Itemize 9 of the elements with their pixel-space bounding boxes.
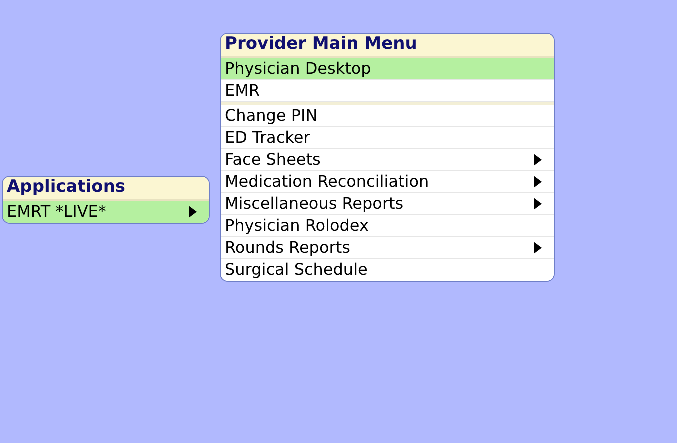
menu-title: Applications: [3, 177, 209, 201]
submenu-arrow-icon: [189, 206, 197, 218]
menu-item[interactable]: EMRT *LIVE*: [3, 201, 209, 223]
submenu-arrow-icon: [534, 176, 542, 188]
menu-item[interactable]: Physician Desktop: [221, 58, 554, 80]
submenu-arrow-icon: [534, 242, 542, 254]
submenu-arrow-icon: [534, 198, 542, 210]
submenu-arrow-icon: [534, 154, 542, 166]
menu-title: Provider Main Menu: [221, 34, 554, 58]
